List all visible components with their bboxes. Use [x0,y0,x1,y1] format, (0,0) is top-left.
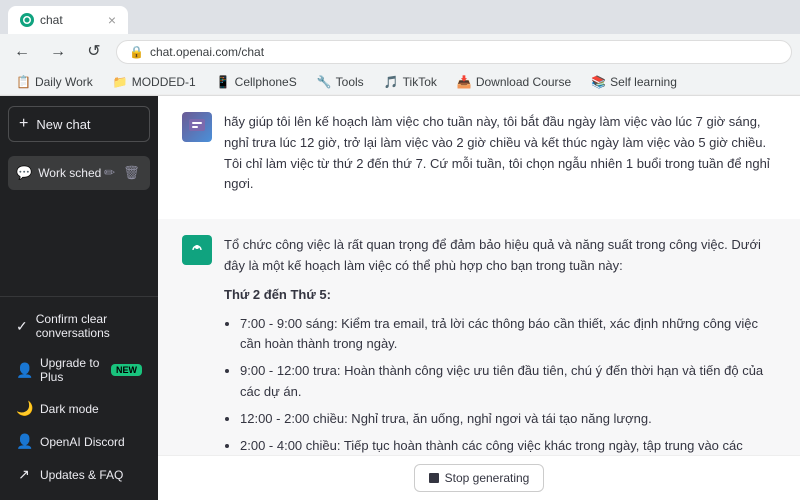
tab-bar: chat × [0,0,800,34]
sidebar-item-clear-conversations[interactable]: ✓ Confirm clear conversations [8,305,150,347]
stop-bar: Stop generating [158,455,800,500]
sidebar-header: + New chat [0,96,158,152]
stop-square-icon [429,473,439,483]
chat-messages: hãy giúp tôi lên kế hoạch làm việc cho t… [158,96,800,455]
upgrade-plus-label: Upgrade to Plus [40,356,103,384]
faq-label: Updates & FAQ [40,468,123,482]
stop-label: Stop generating [445,471,530,485]
bookmark-icon-daily-work: 📋 [16,75,31,89]
user-icon: 👤 [16,362,32,379]
bookmark-icon-tiktok: 🎵 [384,75,399,89]
bookmark-self-learning[interactable]: 📚 Self learning [583,73,685,91]
bullets-list-1: 7:00 - 9:00 sáng: Kiểm tra email, trả lờ… [224,314,776,455]
external-link-icon: ↗ [16,466,32,483]
clear-conversations-label: Confirm clear conversations [36,312,142,340]
url-text: chat.openai.com/chat [150,45,779,59]
sidebar-item-faq[interactable]: ↗ Updates & FAQ [8,459,150,490]
new-chat-label: New chat [36,117,90,132]
dark-mode-label: Dark mode [40,402,99,416]
bookmark-tiktok[interactable]: 🎵 TikTok [376,73,445,91]
bookmark-icon-tools: 🔧 [317,75,332,89]
forward-btn[interactable]: → [44,38,72,66]
checkmark-icon: ✓ [16,318,28,335]
assistant-intro-text: Tổ chức công việc là rất quan trọng để đ… [224,235,776,277]
bookmark-tools[interactable]: 🔧 Tools [309,73,372,91]
assistant-message-content: Tổ chức công việc là rất quan trọng để đ… [224,235,776,455]
tab-close-btn[interactable]: × [108,12,116,28]
user-message-text: hãy giúp tôi lên kế hoạch làm việc cho t… [224,112,776,195]
bookmark-label-tools: Tools [336,75,364,89]
bookmark-label-cellphones: CellphoneS [235,75,297,89]
nav-bar: ← → ↺ 🔒 chat.openai.com/chat [0,34,800,70]
sidebar-item-discord[interactable]: 👤 OpenAI Discord [8,426,150,457]
bookmark-label-download: Download Course [476,75,571,89]
bullet-1-1: 7:00 - 9:00 sáng: Kiểm tra email, trả lờ… [240,314,776,356]
sidebar: + New chat 💬 Work schedule plan... ✏ 🗑 ✓… [0,96,158,500]
user-message: hãy giúp tôi lên kế hoạch làm việc cho t… [158,96,800,219]
delete-conversation-btn[interactable]: 🗑 [121,163,142,183]
bookmark-label-tiktok: TikTok [403,75,437,89]
bookmark-icon-self-learning: 📚 [591,75,606,89]
user-avatar [182,112,212,142]
bullet-1-4: 2:00 - 4:00 chiều: Tiếp tục hoàn thành c… [240,436,776,455]
sidebar-conversations: 💬 Work schedule plan... ✏ 🗑 [0,152,158,296]
new-badge: NEW [111,364,142,376]
section1-title: Thứ 2 đến Thứ 5: [224,287,331,302]
sidebar-footer: ✓ Confirm clear conversations 👤 Upgrade … [0,296,158,500]
bookmark-label-modded: MODDED-1 [132,75,196,89]
address-bar[interactable]: 🔒 chat.openai.com/chat [116,40,792,64]
tab-favicon [20,13,34,27]
conversation-label: Work schedule plan... [38,166,102,180]
conversation-actions: ✏ 🗑 [102,163,142,183]
bookmark-daily-work[interactable]: 📋 Daily Work [8,73,101,91]
reload-btn[interactable]: ↺ [80,38,108,66]
bookmark-label-daily-work: Daily Work [35,75,93,89]
conversation-text: 💬 Work schedule plan... [16,165,102,181]
dark-mode-icon: 🌙 [16,400,32,417]
plus-icon: + [19,115,28,133]
bookmark-download-course[interactable]: 📥 Download Course [449,73,579,91]
bullet-1-3: 12:00 - 2:00 chiều: Nghỉ trưa, ăn uống, … [240,409,776,430]
bookmark-icon-modded: 📁 [113,75,128,89]
active-tab[interactable]: chat × [8,6,128,34]
bookmark-icon-cellphones: 📱 [216,75,231,89]
sidebar-item-dark-mode[interactable]: 🌙 Dark mode [8,393,150,424]
browser-chrome: chat × ← → ↺ 🔒 chat.openai.com/chat 📋 Da… [0,0,800,96]
sidebar-item-upgrade-plus[interactable]: 👤 Upgrade to Plus NEW [8,349,150,391]
discord-icon: 👤 [16,433,32,450]
app-container: + New chat 💬 Work schedule plan... ✏ 🗑 ✓… [0,96,800,500]
assistant-message: Tổ chức công việc là rất quan trọng để đ… [158,219,800,455]
bullet-1-2: 9:00 - 12:00 trưa: Hoàn thành công việc … [240,361,776,403]
stop-generating-btn[interactable]: Stop generating [414,464,545,492]
tab-title: chat [40,13,102,27]
bookmark-icon-download: 📥 [457,75,472,89]
back-btn[interactable]: ← [8,38,36,66]
conversation-item-work-schedule[interactable]: 💬 Work schedule plan... ✏ 🗑 [8,156,150,190]
bookmark-modded[interactable]: 📁 MODDED-1 [105,73,204,91]
assistant-avatar [182,235,212,265]
bookmark-label-self-learning: Self learning [610,75,677,89]
chat-bubble-icon: 💬 [16,165,32,181]
bookmark-cellphones[interactable]: 📱 CellphoneS [208,73,305,91]
bookmarks-bar: 📋 Daily Work 📁 MODDED-1 📱 CellphoneS 🔧 T… [0,70,800,95]
main-content: hãy giúp tôi lên kế hoạch làm việc cho t… [158,96,800,500]
discord-label: OpenAI Discord [40,435,125,449]
new-chat-btn[interactable]: + New chat [8,106,150,142]
user-message-content: hãy giúp tôi lên kế hoạch làm việc cho t… [224,112,776,203]
lock-icon: 🔒 [129,45,144,59]
edit-conversation-btn[interactable]: ✏ [102,163,117,183]
